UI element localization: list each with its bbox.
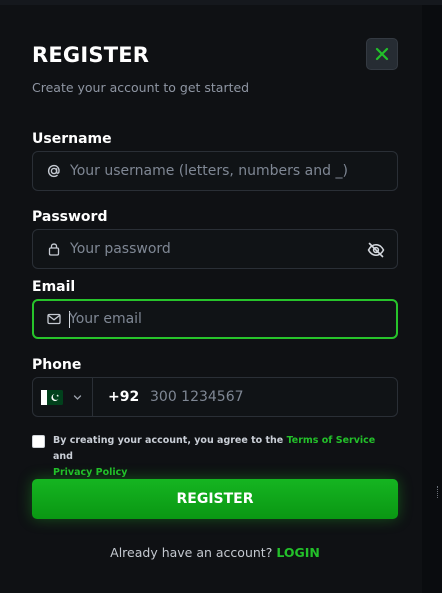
x-icon	[375, 47, 389, 61]
privacy-policy-link[interactable]: Privacy Policy	[53, 467, 127, 478]
at-icon	[47, 164, 60, 178]
chevron-down-icon	[73, 395, 82, 400]
terms-prefix: By creating your account, you agree to t…	[53, 435, 287, 446]
phone-field[interactable]: +92 300 1234567	[32, 377, 398, 417]
terms-of-service-link[interactable]: Terms of Service	[287, 435, 376, 446]
password-label: Password	[32, 209, 108, 225]
lock-icon	[48, 243, 60, 256]
country-selector[interactable]	[33, 378, 93, 416]
email-field[interactable]: Your email	[32, 299, 398, 339]
email-placeholder: Your email	[69, 311, 142, 327]
scroll-mark	[437, 486, 441, 498]
login-link[interactable]: LOGIN	[276, 545, 320, 560]
close-button[interactable]	[366, 38, 398, 70]
mail-icon	[47, 313, 61, 325]
terms-middle: and	[53, 451, 73, 462]
login-prompt: Already have an account? LOGIN	[0, 545, 430, 560]
terms-text: By creating your account, you agree to t…	[53, 433, 383, 481]
password-placeholder: Your password	[70, 241, 171, 257]
username-label: Username	[32, 131, 112, 147]
backdrop-edge	[422, 5, 442, 593]
register-button[interactable]: REGISTER	[32, 479, 398, 519]
phone-label: Phone	[32, 357, 82, 373]
username-field[interactable]: Your username (letters, numbers and _)	[32, 151, 398, 191]
password-field[interactable]: Your password	[32, 229, 398, 269]
eye-off-icon[interactable]	[367, 241, 385, 259]
modal-subtitle: Create your account to get started	[32, 80, 250, 95]
register-page: REGISTER Create your account to get star…	[0, 0, 442, 593]
pakistan-flag-icon	[41, 390, 63, 405]
phone-placeholder: 300 1234567	[150, 389, 244, 405]
modal-title: REGISTER	[32, 43, 150, 67]
email-label: Email	[32, 279, 76, 295]
username-placeholder: Your username (letters, numbers and _)	[70, 163, 348, 179]
terms-checkbox[interactable]	[32, 435, 45, 448]
login-prompt-text: Already have an account?	[110, 545, 277, 560]
dial-code: +92	[108, 389, 140, 405]
